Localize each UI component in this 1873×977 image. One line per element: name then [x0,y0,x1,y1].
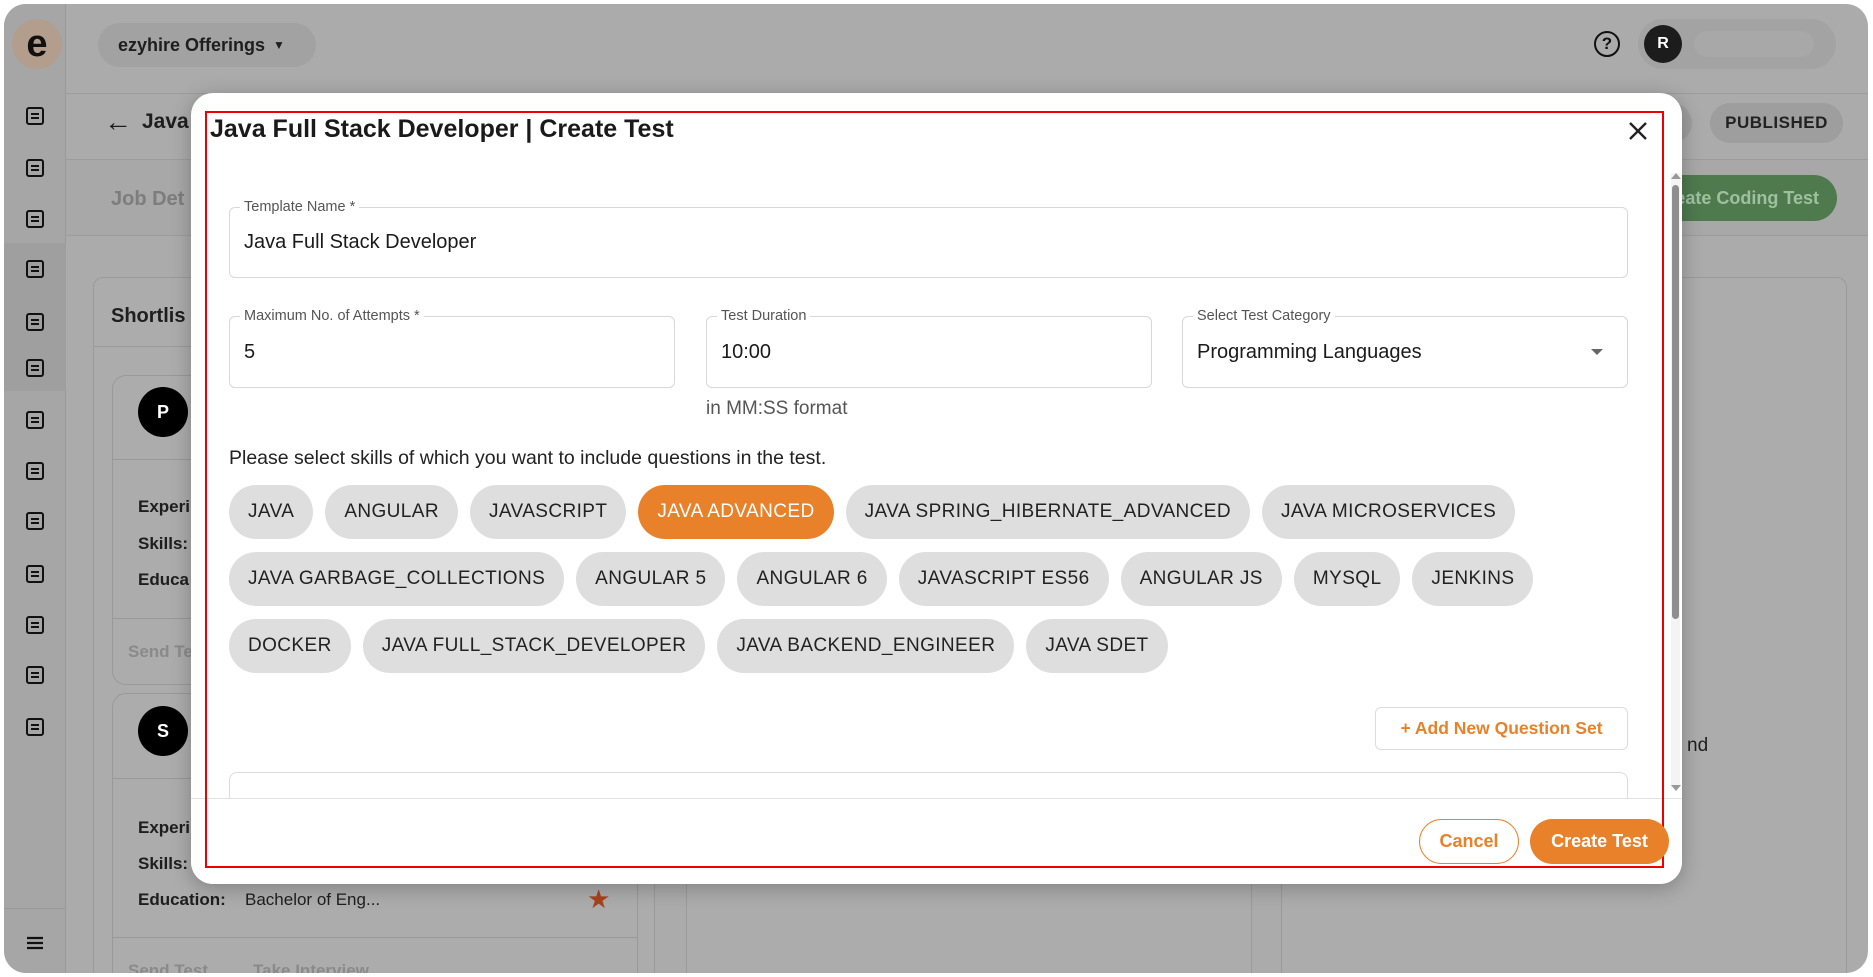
skill-chip[interactable]: JAVA SPRING_HIBERNATE_ADVANCED [845,485,1250,539]
ticket-icon[interactable] [23,562,47,586]
education-value: Bachelor of Eng... [245,890,381,909]
users-icon[interactable] [23,104,47,128]
experience-label: Experi [138,497,190,516]
status-badge[interactable]: PUBLISHED [1710,103,1843,143]
help-icon[interactable]: ? [1594,31,1620,57]
education-label: Educa [138,570,190,589]
experience-label: Experi [138,818,190,837]
job-title: Java [142,110,189,133]
account-circle-icon[interactable] [23,663,47,687]
duration-helper-text: in MM:SS format [706,398,848,419]
max-attempts-input[interactable] [244,317,644,387]
take-interview-link[interactable]: Take Interview [253,961,369,973]
template-name-input[interactable] [244,208,1502,277]
skill-chip[interactable]: DOCKER [229,619,351,673]
dashboard-icon[interactable] [23,715,47,739]
modal-title: Java Full Stack Developer | Create Test [210,115,674,143]
create-test-button[interactable]: Create Test [1530,819,1669,864]
offerings-dropdown[interactable]: ezyhire Offerings ▼ [98,23,316,67]
skills-label: Skills: [138,534,189,553]
caret-down-icon: ▼ [273,38,285,52]
skill-chip[interactable]: ANGULAR JS [1120,552,1282,606]
tab-job-details[interactable]: Job Det [111,188,184,211]
skill-chip[interactable]: JAVASCRIPT [469,485,627,539]
clipboard-icon[interactable] [23,356,47,380]
scroll-up-icon[interactable] [1671,173,1681,179]
skills-chip-list: JAVA ANGULAR JAVASCRIPT JAVA ADVANCED JAVA S… [229,485,1634,673]
caret-down-icon [1591,349,1603,355]
skills-prompt: Please select skills of which you want t… [229,447,827,469]
star-icon[interactable]: ★ [587,884,610,915]
user-menu[interactable]: R [1638,19,1836,69]
logo[interactable]: e [12,19,62,69]
send-test-link[interactable]: Send Te [128,642,193,662]
candidate-avatar: S [138,706,188,756]
education-label: Education: [138,890,226,909]
skill-chip[interactable]: JAVA SDET [1026,619,1168,673]
skills-label: Skills: [138,854,189,873]
chat-icon[interactable] [23,408,47,432]
skill-chip[interactable]: ANGULAR 6 [737,552,887,606]
column-title: Shortlis [111,305,186,327]
close-icon[interactable] [1624,117,1652,145]
divider [113,937,637,938]
skill-chip[interactable]: JAVA FULL_STACK_DEVELOPER [362,619,706,673]
briefcase-active-icon[interactable] [23,257,47,281]
briefcase-icon[interactable] [23,207,47,231]
cancel-button[interactable]: Cancel [1419,819,1519,864]
test-duration-input[interactable] [721,317,1121,387]
skill-chip[interactable]: MYSQL [1293,552,1401,606]
skill-chip[interactable]: JAVASCRIPT ES56 [898,552,1109,606]
skill-chip[interactable]: JENKINS [1412,552,1534,606]
menu-icon[interactable] [23,931,47,955]
skill-chip[interactable]: ANGULAR 5 [576,552,726,606]
building-icon[interactable] [23,156,47,180]
skill-chip[interactable]: JAVA [229,485,314,539]
send-test-link[interactable]: Send Test [128,961,208,973]
skill-chip[interactable]: ANGULAR [325,485,458,539]
skill-chip[interactable]: JAVA ADVANCED [638,485,834,539]
test-duration-field[interactable]: Test Duration [706,308,1152,388]
skill-chip[interactable]: JAVA GARBAGE_COLLECTIONS [229,552,565,606]
max-attempts-field[interactable]: Maximum No. of Attempts * [229,308,675,388]
user-name-placeholder [1694,31,1814,57]
sidebar: e [4,4,66,973]
candidate-avatar: P [138,387,188,437]
add-document-icon[interactable] [23,310,47,334]
scroll-down-icon[interactable] [1671,785,1681,791]
back-arrow-icon[interactable]: ← [104,106,132,138]
sidebar-divider [4,908,66,909]
store-icon[interactable] [23,613,47,637]
test-category-select[interactable]: Select Test Category Programming Languag… [1182,308,1628,388]
skill-chip[interactable]: JAVA BACKEND_ENGINEER [717,619,1015,673]
test-category-value: Programming Languages [1197,340,1422,363]
skill-chip[interactable]: JAVA MICROSERVICES [1262,485,1516,539]
template-name-field[interactable]: Template Name * [229,199,1628,278]
column-text: nd [1687,735,1709,756]
offerings-label: ezyhire Offerings [118,34,266,55]
book-icon[interactable] [23,509,47,533]
scrollbar-thumb[interactable] [1672,185,1679,619]
add-question-set-button[interactable]: + Add New Question Set [1375,707,1628,750]
add-user-icon[interactable] [23,459,47,483]
avatar: R [1644,25,1682,63]
